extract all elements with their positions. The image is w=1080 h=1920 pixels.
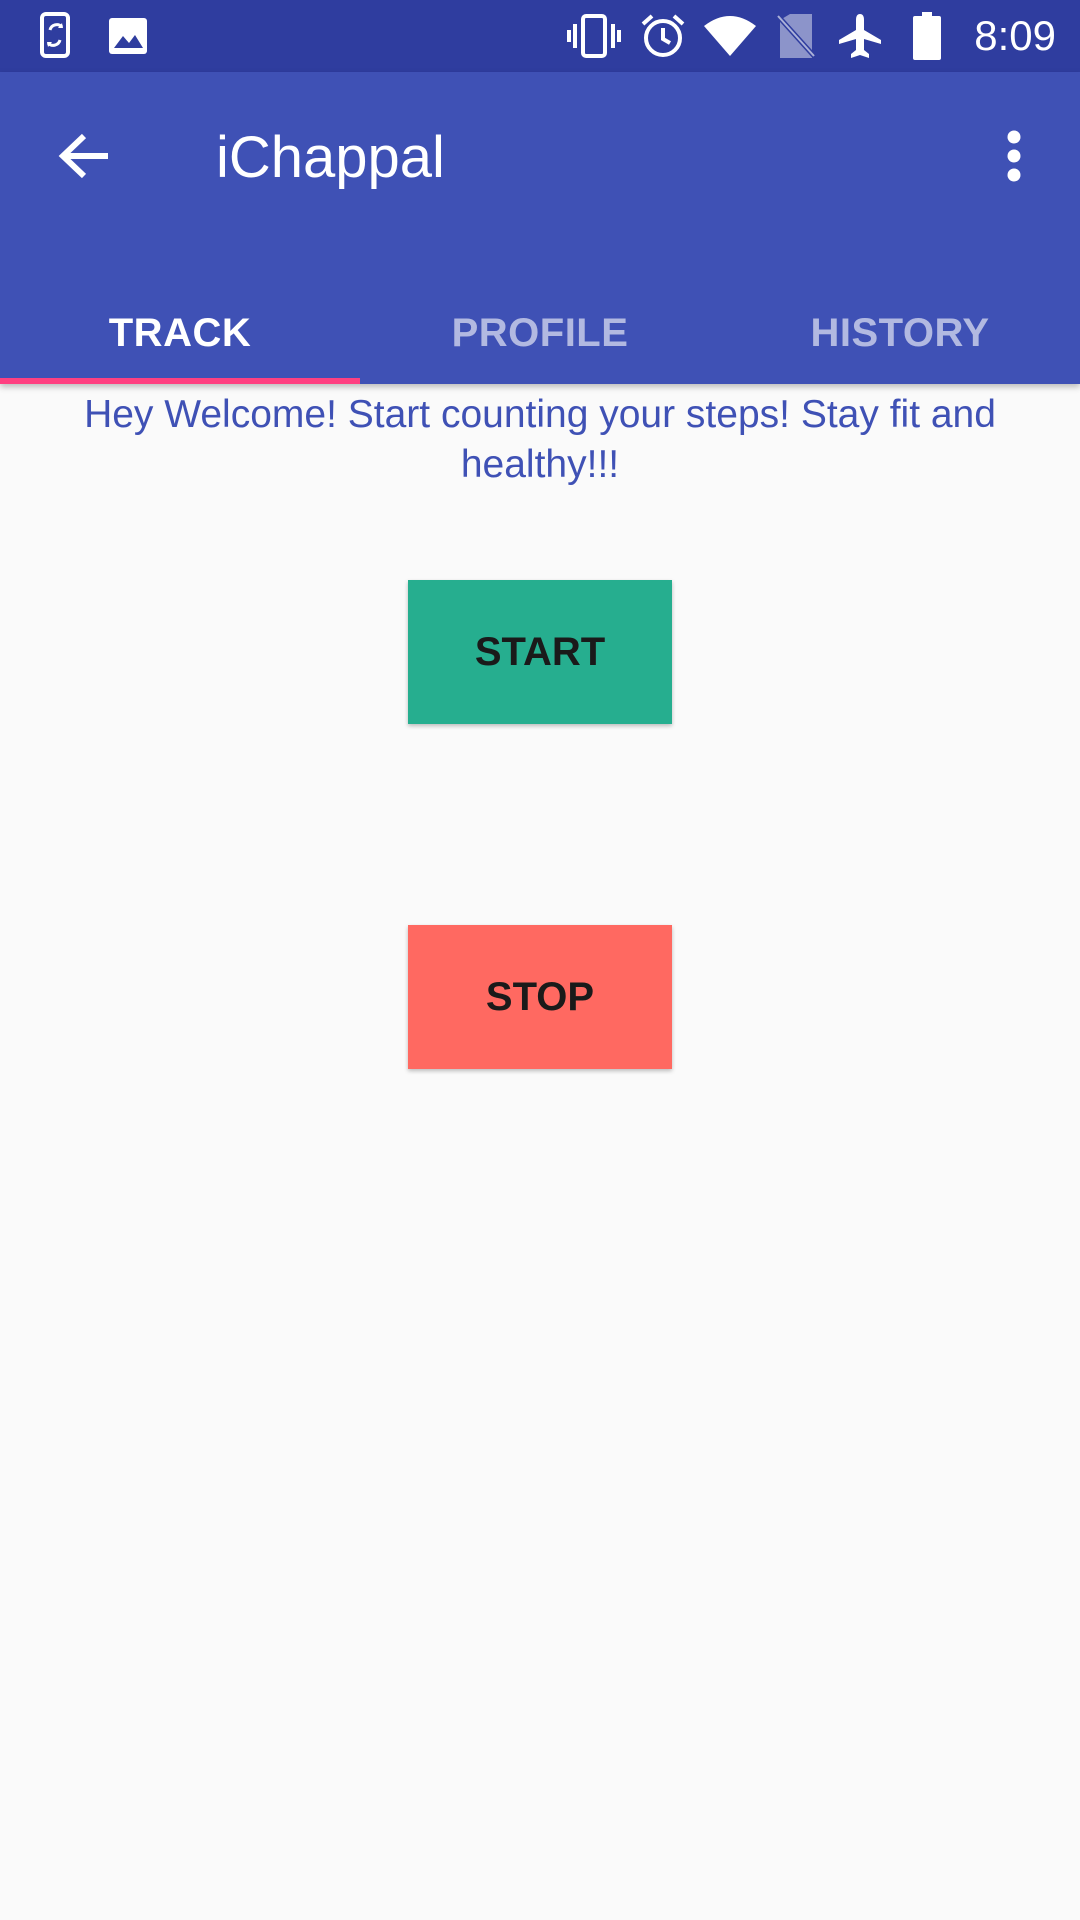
status-bar: 8:09 [0, 0, 1080, 72]
status-time: 8:09 [974, 12, 1056, 59]
back-button[interactable] [36, 110, 132, 206]
no-sim-icon [774, 12, 818, 60]
wifi-icon [702, 12, 758, 60]
airplane-mode-icon [836, 12, 884, 60]
tab-bar: TRACK PROFILE HISTORY [0, 282, 1080, 384]
stop-button[interactable]: STOP [408, 925, 672, 1069]
app-bar: iChappal TRACK PROFILE HISTORY [0, 72, 1080, 384]
tab-history[interactable]: HISTORY [720, 282, 1080, 384]
overflow-menu-icon [1006, 130, 1022, 187]
image-icon [104, 12, 152, 60]
start-button[interactable]: START [408, 580, 672, 724]
battery-icon [910, 12, 944, 60]
back-arrow-icon [58, 132, 110, 185]
overflow-menu-button[interactable] [966, 110, 1062, 206]
vibrate-icon [564, 12, 624, 60]
tab-profile[interactable]: PROFILE [360, 282, 720, 384]
tab-indicator [0, 378, 360, 384]
tab-track[interactable]: TRACK [0, 282, 360, 384]
welcome-message: Hey Welcome! Start counting your steps! … [84, 393, 996, 486]
app-title: iChappal [216, 125, 445, 190]
alarm-icon [638, 12, 688, 60]
screen-rotation-icon [34, 12, 82, 60]
